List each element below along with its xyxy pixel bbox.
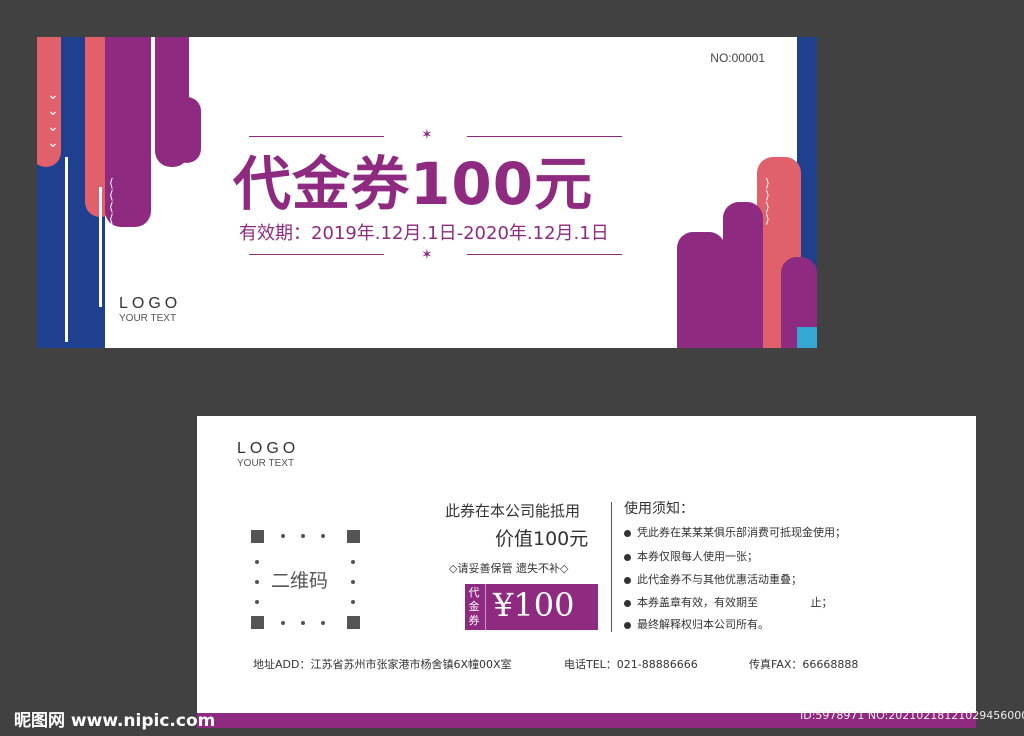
address: 地址ADD：江苏省苏州市张家港市杨舍镇6X幢00X室 xyxy=(253,658,512,671)
front-logo: LOGO YOUR TEXT xyxy=(119,295,181,324)
voucher-title: 代金券100元 xyxy=(233,150,594,218)
logo-text: LOGO xyxy=(119,295,182,312)
fax: 传真FAX：66668888 xyxy=(749,658,859,671)
watermark-site: 昵图网 www.nipic.com xyxy=(14,711,216,731)
logo-text: LOGO xyxy=(237,440,300,457)
serial-number: NO:00001 xyxy=(710,51,765,65)
rule-item: 凭此券在某某某俱乐部消费可抵现金使用； xyxy=(624,524,846,540)
phone: 电话TEL：021-88886666 xyxy=(564,658,698,671)
rule-item: 本券仅限每人使用一张； xyxy=(624,548,758,564)
voucher-front: ⌄ ⌄ ⌄ ⌄ ⟨ ⟨ ⟨ ⟨ ⟩ ⟩ ⟩ ⟩ NO:00001 ✶ 代金券100元 有效期：20… xyxy=(37,37,817,348)
back-logo: LOGO YOUR TEXT xyxy=(237,440,299,469)
value-badge: 代金券 ¥100 xyxy=(465,584,598,630)
divider-line xyxy=(249,254,384,255)
voucher-back: LOGO YOUR TEXT 二维码 此券在本公司能抵用 价值100元 ◇请妥善… xyxy=(197,416,976,728)
badge-label: 代金券 xyxy=(468,586,480,627)
rules-title: 使用须知： xyxy=(624,501,694,517)
rule-item: 最终解释权归本公司所有。 xyxy=(624,616,769,632)
qr-code-placeholder: 二维码 xyxy=(247,526,367,636)
rule-item: 此代金券不与其他优惠活动重叠； xyxy=(624,571,802,587)
watermark-id: ID:5978971 NO:20210218121029456000 xyxy=(800,709,1024,722)
usable-text: 此券在本公司能抵用 xyxy=(445,502,581,520)
validity-period: 有效期：2019年.12月.1日-2020年.12月.1日 xyxy=(239,223,609,244)
star-icon: ✶ xyxy=(421,247,433,263)
logo-subtext: YOUR TEXT xyxy=(119,313,177,324)
column-divider xyxy=(611,502,612,632)
badge-amount: ¥100 xyxy=(493,586,575,624)
rule-item: 本券盖章有效，有效期至 止； xyxy=(624,594,832,610)
qr-label: 二维码 xyxy=(271,570,329,592)
logo-subtext: YOUR TEXT xyxy=(237,458,295,469)
right-decoration: ⟩ ⟩ ⟩ ⟩ xyxy=(657,37,817,348)
value-text: 价值100元 xyxy=(495,528,589,550)
divider-line xyxy=(467,254,622,255)
keep-note: ◇请妥善保管 遗失不补◇ xyxy=(449,562,569,575)
